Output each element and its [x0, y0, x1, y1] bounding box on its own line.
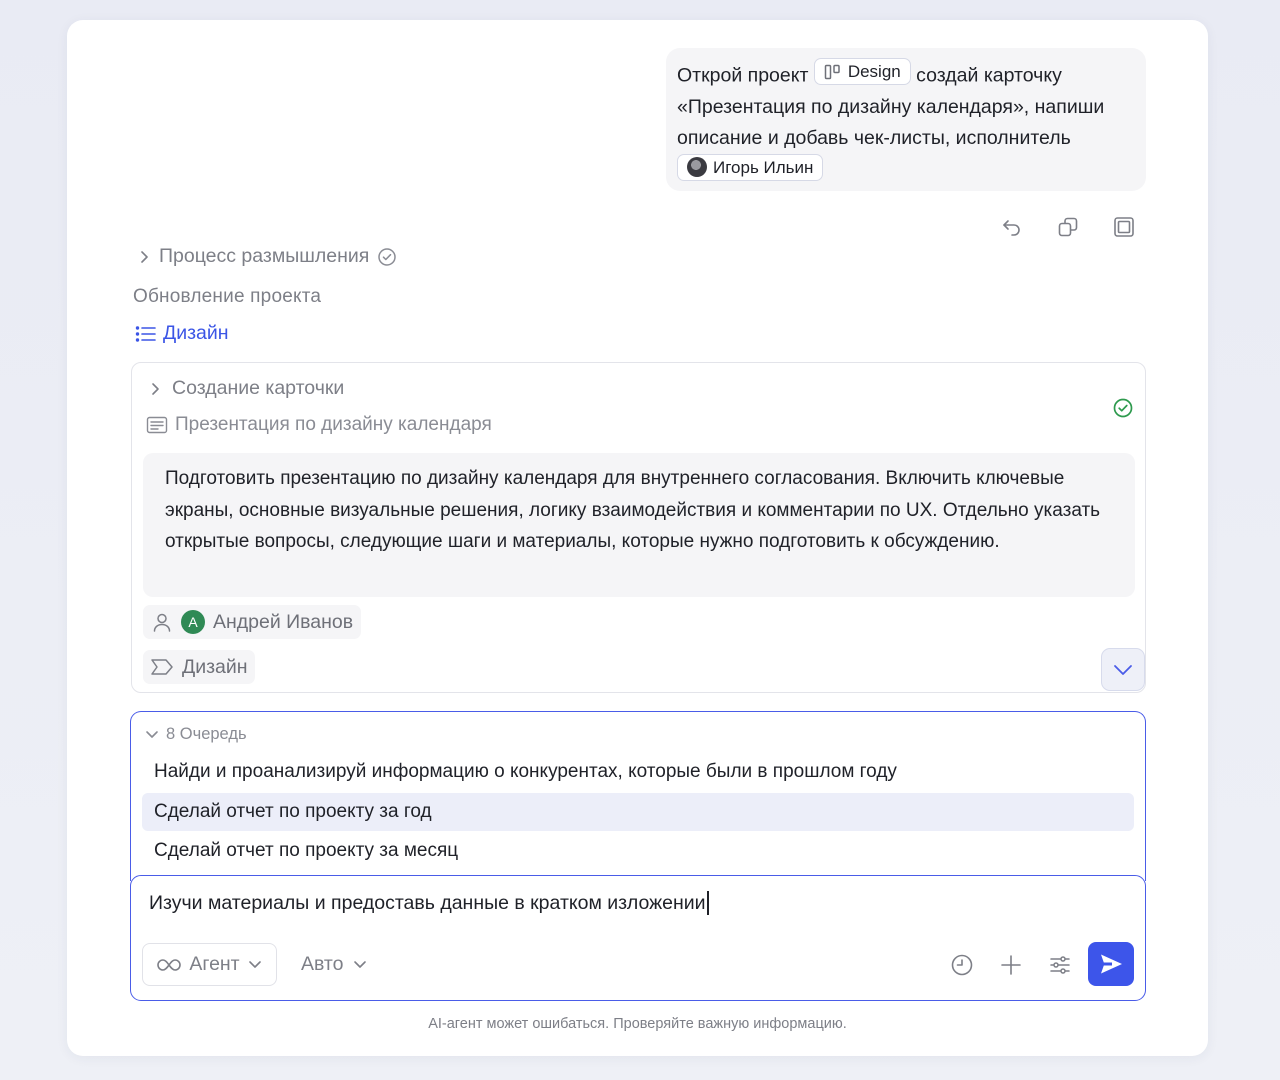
chevron-down-icon	[1114, 664, 1132, 675]
chevron-down-icon	[353, 960, 366, 968]
thinking-label: Процесс размышления	[159, 245, 370, 267]
infinity-icon	[157, 958, 182, 971]
queue-panel: 8 Очередь Найди и проанализируй информац…	[130, 711, 1146, 881]
send-button[interactable]	[1088, 942, 1134, 986]
list-icon	[135, 325, 156, 342]
user-icon	[153, 613, 171, 632]
project-link-label: Дизайн	[163, 322, 229, 344]
card-name-row[interactable]: Презентация по дизайну календаря	[146, 414, 492, 436]
queue-item[interactable]: Найди и проанализируй информацию о конку…	[142, 753, 1134, 791]
card-creation-toggle[interactable]: Создание карточки	[148, 377, 344, 400]
queue-toggle[interactable]: 8 Очередь	[145, 725, 247, 744]
card-name: Презентация по дизайну календаря	[175, 414, 492, 435]
composer: Изучи материалы и предоставь данные в кр…	[130, 875, 1146, 1001]
disclaimer: AI-агент может ошибаться. Проверяйте важ…	[428, 1016, 847, 1032]
card-assignee[interactable]: А Андрей Иванов	[143, 605, 362, 639]
send-icon	[1101, 954, 1122, 974]
update-label: Обновление проекта	[133, 286, 322, 307]
message-input-value: Изучи материалы и предоставь данные в кр…	[149, 891, 706, 914]
project-link[interactable]: Дизайн	[135, 322, 229, 345]
settings-sliders-icon[interactable]	[1044, 949, 1076, 981]
queue-item[interactable]: Сделай отчет по проекту за год	[142, 793, 1134, 831]
assignee-name: Андрей Иванов	[213, 610, 354, 633]
plus-icon[interactable]	[995, 949, 1027, 981]
card-title: Создание карточки	[172, 377, 345, 399]
chevron-down-icon	[248, 960, 261, 968]
copy-icon[interactable]	[1051, 210, 1085, 244]
board-icon	[824, 64, 840, 79]
user-message: Открой проект Design создай карточку «Пр…	[666, 48, 1146, 191]
chevron-right-icon	[152, 382, 159, 395]
card-icon	[146, 416, 168, 434]
message-actions	[995, 210, 1141, 244]
thinking-process-toggle[interactable]: Процесс размышления	[137, 245, 397, 268]
chevron-down-icon	[146, 730, 158, 738]
card-description: Подготовить презентацию по дизайну кален…	[143, 453, 1135, 597]
queue-header: 8 Очередь	[166, 725, 247, 743]
queue-item[interactable]: Сделай отчет по проекту за месяц	[142, 832, 1134, 870]
project-chip-label: Design	[847, 62, 901, 81]
tag-label: Дизайн	[182, 655, 248, 678]
window-icon[interactable]	[1107, 210, 1141, 244]
mode-select[interactable]: Агент	[142, 943, 277, 986]
message-input[interactable]: Изучи материалы и предоставь данные в кр…	[149, 891, 709, 915]
model-label: Авто	[301, 953, 344, 975]
history-icon[interactable]	[946, 949, 978, 981]
text-caret	[706, 891, 709, 915]
tag-icon	[151, 659, 173, 675]
undo-icon[interactable]	[995, 210, 1029, 244]
assignee-chip[interactable]: Игорь Ильин	[677, 153, 824, 181]
avatar	[687, 157, 707, 177]
avatar: А	[181, 610, 205, 634]
mode-label: Агент	[189, 953, 240, 975]
user-message-text-1: Открой проект	[677, 64, 809, 87]
chevron-right-icon	[141, 250, 148, 263]
assignee-chip-label: Игорь Ильин	[713, 157, 814, 177]
model-select[interactable]: Авто	[301, 943, 367, 986]
card-tag[interactable]: Дизайн	[143, 650, 255, 684]
check-circle-icon	[378, 247, 397, 266]
expand-button[interactable]	[1101, 648, 1145, 691]
success-check-icon	[1112, 397, 1134, 424]
chat-panel: Открой проект Design создай карточку «Пр…	[67, 20, 1208, 1056]
project-chip[interactable]: Design	[813, 58, 911, 85]
task-card: Создание карточки Презентация по дизайну…	[131, 362, 1146, 693]
